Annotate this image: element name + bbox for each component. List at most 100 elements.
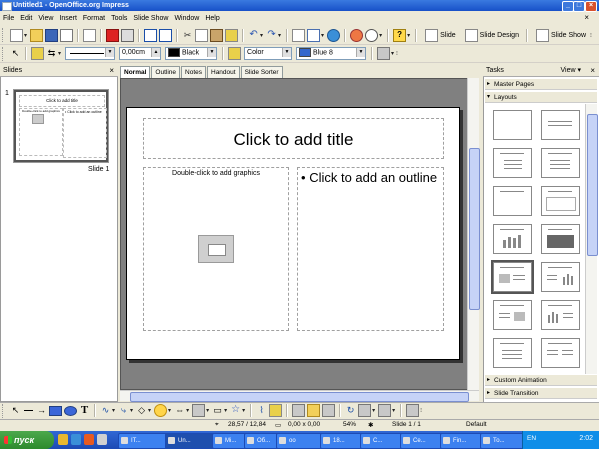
- block-arrows-icon[interactable]: ⇔: [174, 405, 185, 416]
- tasks-scrollbar[interactable]: [585, 104, 598, 374]
- email-icon[interactable]: [60, 28, 74, 42]
- help-dropdown-icon[interactable]: ▾: [407, 32, 410, 39]
- layout-title-text[interactable]: [493, 148, 532, 178]
- layout-title-table[interactable]: [541, 224, 580, 254]
- open-folder-icon[interactable]: [30, 28, 44, 42]
- stars-icon[interactable]: ☆: [230, 405, 241, 416]
- tab-outline[interactable]: Outline: [151, 66, 181, 78]
- editor-vertical-scrollbar[interactable]: [467, 78, 480, 390]
- close-slides-pane-icon[interactable]: ×: [109, 64, 114, 77]
- arrow-style-dropdown-icon[interactable]: ▾: [58, 50, 61, 57]
- section-custom-animation[interactable]: Custom Animation: [485, 375, 597, 386]
- points-icon[interactable]: ⌇: [256, 405, 267, 416]
- table-icon[interactable]: [307, 28, 321, 42]
- layout-title-text-clipart[interactable]: [493, 300, 532, 330]
- arrange-dropdown-icon[interactable]: ▾: [392, 407, 395, 414]
- flowchart-icon[interactable]: [192, 404, 206, 417]
- table-dropdown-icon[interactable]: ▾: [321, 32, 324, 39]
- zoom-dropdown-icon[interactable]: ▾: [379, 32, 382, 39]
- symbol-shapes-dropdown-icon[interactable]: ▾: [168, 407, 171, 414]
- undo-icon[interactable]: ↶: [248, 29, 259, 41]
- layout-title-chart[interactable]: [493, 224, 532, 254]
- maximize-button[interactable]: □: [573, 1, 585, 12]
- layout-centered-text[interactable]: [541, 186, 580, 216]
- menu-view[interactable]: View: [38, 15, 53, 22]
- close-tasks-pane-icon[interactable]: ×: [590, 64, 595, 77]
- hyperlink-icon[interactable]: [327, 28, 341, 42]
- line-width-field[interactable]: 0,00cm ▲: [119, 47, 162, 60]
- editor-horizontal-scrollbar[interactable]: [120, 390, 479, 402]
- insert-graphics-icon[interactable]: [198, 235, 234, 263]
- rotate-icon[interactable]: ↻: [345, 405, 356, 416]
- line-arrow-tool-icon[interactable]: →: [36, 405, 47, 416]
- spellcheck-icon[interactable]: [144, 28, 158, 42]
- callouts-icon[interactable]: ▭: [212, 405, 223, 416]
- scrollbar-thumb[interactable]: [469, 148, 480, 310]
- close-document-icon[interactable]: ×: [584, 13, 589, 22]
- slide-show-button[interactable]: Slide Show: [535, 28, 586, 42]
- scrollbar-thumb[interactable]: [130, 392, 469, 402]
- stars-dropdown-icon[interactable]: ▾: [242, 407, 245, 414]
- flowchart-dropdown-icon[interactable]: ▾: [206, 407, 209, 414]
- section-layouts[interactable]: Layouts: [485, 92, 597, 103]
- tasks-view-menu[interactable]: View ▾: [560, 64, 581, 77]
- quicklaunch-icon[interactable]: [97, 434, 107, 445]
- menu-format[interactable]: Format: [83, 15, 105, 22]
- new-dropdown-icon[interactable]: ▾: [24, 32, 27, 39]
- line-color-select[interactable]: Black ▼: [165, 47, 218, 60]
- connector-dropdown-icon[interactable]: ▾: [130, 407, 133, 414]
- area-color-select[interactable]: Blue 8 ▼: [296, 47, 367, 60]
- edit-file-icon[interactable]: [83, 28, 97, 42]
- line-icon[interactable]: [31, 47, 44, 60]
- menu-file[interactable]: File: [3, 15, 14, 22]
- callouts-dropdown-icon[interactable]: ▾: [224, 407, 227, 414]
- alignment-dropdown-icon[interactable]: ▾: [372, 407, 375, 414]
- navigator-icon[interactable]: [350, 28, 364, 42]
- layout-title-text-objects[interactable]: [541, 338, 580, 368]
- tab-slide-sorter[interactable]: Slide Sorter: [240, 66, 283, 78]
- layout-title-clipart-text[interactable]: [491, 260, 534, 294]
- outline-placeholder[interactable]: • Click to add an outline: [297, 167, 444, 331]
- tab-normal[interactable]: Normal: [120, 66, 151, 78]
- new-slide-button[interactable]: Slide: [424, 28, 456, 42]
- ellipse-tool-icon[interactable]: [64, 405, 77, 416]
- symbol-shapes-icon[interactable]: [154, 404, 168, 417]
- copy-icon[interactable]: [195, 28, 209, 42]
- slide-thumbnail[interactable]: Click to add title Double-click to add g…: [13, 89, 109, 163]
- text-tool-icon[interactable]: T: [79, 405, 90, 416]
- arrow-style-icon[interactable]: ⇆: [46, 48, 57, 59]
- menu-help[interactable]: Help: [205, 15, 219, 22]
- toolbar-grip[interactable]: [2, 28, 6, 42]
- curve-dropdown-icon[interactable]: ▾: [112, 407, 115, 414]
- tab-handout[interactable]: Handout: [207, 66, 240, 78]
- block-arrows-dropdown-icon[interactable]: ▾: [186, 407, 189, 414]
- menu-window[interactable]: Window: [174, 15, 199, 22]
- save-icon[interactable]: [45, 28, 59, 42]
- rectangle-tool-icon[interactable]: [49, 406, 62, 416]
- connector-tool-icon[interactable]: ⤷: [118, 405, 129, 416]
- shadow-icon[interactable]: [377, 47, 391, 60]
- basic-shapes-icon[interactable]: ◇: [136, 405, 147, 416]
- paste-icon[interactable]: [210, 28, 224, 42]
- alignment-icon[interactable]: [358, 404, 372, 417]
- redo-icon[interactable]: ↷: [266, 29, 277, 41]
- toolbar-grip[interactable]: [2, 46, 6, 61]
- close-button[interactable]: ×: [585, 1, 597, 12]
- area-style-select[interactable]: Color ▼: [244, 47, 293, 60]
- layout-title-only[interactable]: [541, 110, 580, 140]
- fontwork-icon[interactable]: [292, 404, 306, 417]
- zoom-icon[interactable]: [365, 28, 379, 42]
- redo-dropdown-icon[interactable]: ▾: [278, 32, 281, 39]
- layout-title-two-columns[interactable]: [493, 186, 532, 216]
- chart-icon[interactable]: [292, 28, 306, 42]
- layout-blank[interactable]: [493, 110, 532, 140]
- menu-slide-show[interactable]: Slide Show: [133, 15, 168, 22]
- toolbar-options-icon[interactable]: ⁝: [420, 407, 422, 414]
- layout-title-chart-text[interactable]: [541, 300, 580, 330]
- autospellcheck-icon[interactable]: [159, 28, 173, 42]
- quicklaunch-icon[interactable]: [71, 434, 81, 445]
- layout-title-object[interactable]: [493, 338, 532, 368]
- curve-tool-icon[interactable]: ∿: [100, 405, 111, 416]
- tab-notes[interactable]: Notes: [181, 66, 206, 78]
- export-pdf-icon[interactable]: [106, 28, 120, 42]
